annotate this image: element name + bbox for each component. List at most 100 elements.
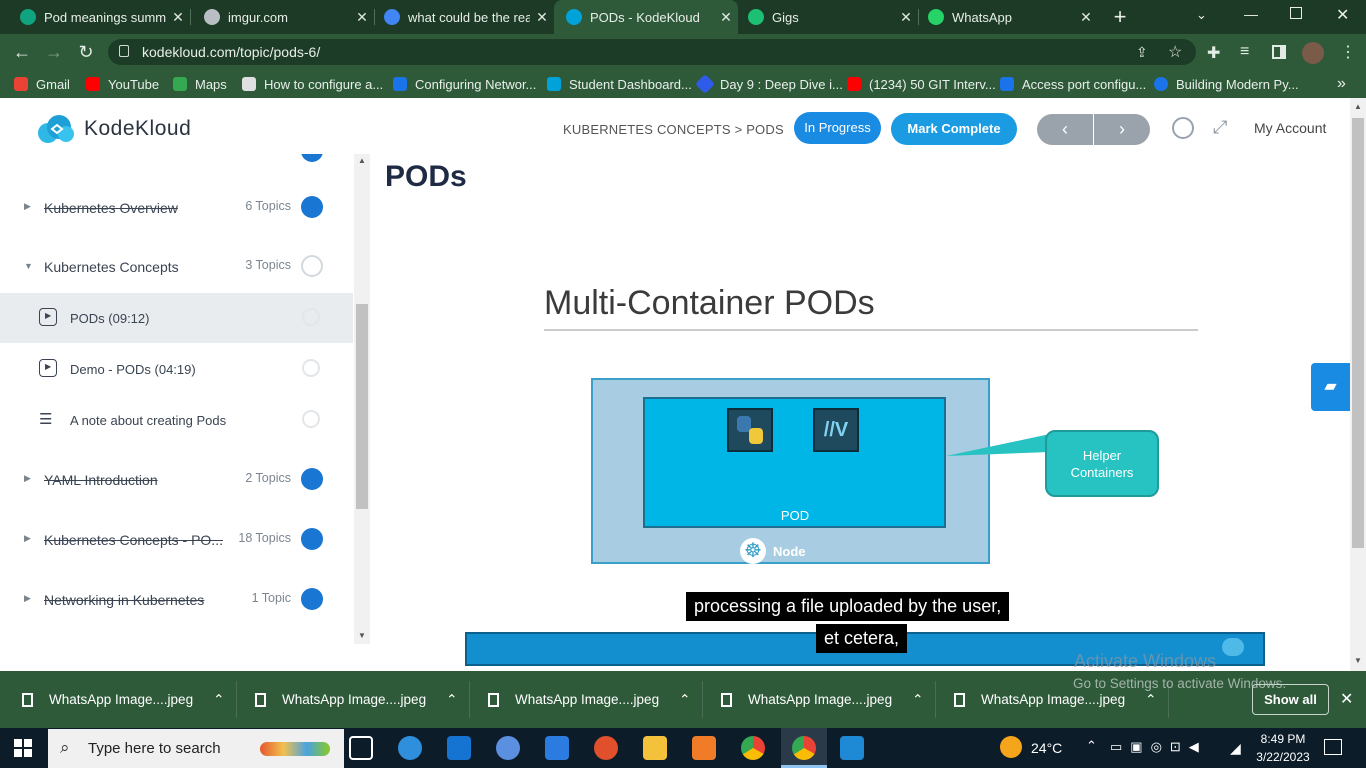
back-icon[interactable]: ← — [10, 40, 34, 64]
notifications-icon[interactable] — [1324, 739, 1342, 755]
bookmark-git-interview[interactable]: (1234) 50 GIT Interv... — [847, 76, 996, 92]
close-downloads-icon[interactable]: ✕ — [1340, 689, 1353, 709]
chrome-active-icon[interactable] — [792, 736, 816, 760]
new-tab-button[interactable]: + — [1108, 4, 1132, 30]
profile-avatar[interactable] — [1302, 42, 1324, 64]
chevron-up-icon[interactable]: ⌃ — [446, 692, 457, 708]
scroll-down-icon[interactable]: ▼ — [358, 631, 366, 640]
restore-icon[interactable] — [1290, 7, 1302, 19]
bookmark-configuring-network[interactable]: Configuring Networ... — [393, 76, 536, 92]
reload-icon[interactable]: ↻ — [74, 40, 98, 64]
next-lesson-button[interactable]: › — [1094, 114, 1150, 145]
lesson-kubernetes-overview[interactable]: ▶ Kubernetes Overview 6 Topics — [0, 182, 353, 232]
topic-pods-current[interactable]: ▶ PODs (09:12) — [0, 293, 353, 343]
bookmark-access-port[interactable]: Access port configu... — [1000, 76, 1146, 92]
scroll-down-icon[interactable]: ▼ — [1354, 656, 1362, 665]
dark-mode-icon[interactable] — [1172, 117, 1194, 139]
search-placeholder[interactable]: Type here to search — [88, 740, 221, 757]
topic-note-creating-pods[interactable]: ☰ A note about creating Pods — [0, 395, 353, 445]
bookmark-star-icon[interactable]: ☆ — [1168, 42, 1182, 62]
lesson-kubernetes-concepts-pods[interactable]: ▶ Kubernetes Concepts - PO... 18 Topics — [0, 514, 353, 564]
bookmark-building-modern[interactable]: Building Modern Py... — [1154, 76, 1299, 92]
download-item[interactable]: WhatsApp Image....jpeg ⌃ — [721, 671, 923, 728]
scroll-up-icon[interactable]: ▲ — [358, 156, 366, 165]
edge-icon[interactable] — [398, 736, 422, 760]
forward-icon[interactable]: → — [42, 40, 66, 64]
kodekloud-logo-text[interactable]: KodeKloud — [84, 117, 191, 141]
wifi-icon[interactable]: ◢ — [1230, 740, 1241, 757]
chat-support-button[interactable]: ▰ — [1311, 363, 1350, 411]
bookmark-day9[interactable]: Day 9 : Deep Dive i... — [695, 74, 843, 94]
file-explorer-icon[interactable] — [643, 736, 667, 760]
breadcrumb[interactable]: KUBERNETES CONCEPTS > PODS — [563, 122, 784, 137]
tab-whatsapp[interactable]: WhatsApp ✕ — [908, 0, 1098, 34]
chevron-up-icon[interactable]: ⌃ — [1086, 738, 1097, 754]
sidebar-scroll-thumb[interactable] — [356, 304, 368, 509]
topic-demo-pods[interactable]: ▶ Demo - PODs (04:19) — [0, 344, 353, 394]
fullscreen-icon[interactable]: ⤢ — [1213, 117, 1227, 138]
scroll-up-icon[interactable]: ▲ — [1354, 102, 1362, 111]
download-item[interactable]: WhatsApp Image....jpeg ⌃ — [22, 671, 224, 728]
bookmark-maps[interactable]: Maps — [173, 76, 227, 92]
clock-time[interactable]: 8:49 PM — [1250, 732, 1316, 746]
chrome-menu-icon[interactable]: ⋮ — [1340, 42, 1356, 62]
clock-date[interactable]: 3/22/2023 — [1250, 750, 1316, 764]
close-tab-icon[interactable]: ✕ — [530, 9, 554, 26]
windows-start-icon[interactable] — [14, 739, 32, 757]
tab-kodekloud-active[interactable]: PODs - KodeKloud ✕ — [554, 0, 738, 34]
lesson-kubernetes-concepts[interactable]: ▼ Kubernetes Concepts 3 Topics — [0, 241, 353, 291]
tab-imgur[interactable]: imgur.com ✕ — [184, 0, 374, 34]
expand-caret-icon[interactable]: ▶ — [24, 593, 31, 604]
mail-icon[interactable] — [545, 736, 569, 760]
bookmark-student-dashboard[interactable]: Student Dashboard... — [547, 76, 692, 92]
more-bookmarks-icon[interactable]: » — [1337, 75, 1346, 92]
page-scroll-thumb[interactable] — [1352, 118, 1364, 548]
tab-pod-meanings[interactable]: Pod meanings summa ✕ — [0, 0, 190, 34]
share-icon[interactable]: ⇪ — [1136, 44, 1148, 61]
bookmark-configure[interactable]: How to configure a... — [242, 76, 383, 92]
previous-lesson-button[interactable]: ‹ — [1037, 114, 1093, 145]
chrome-icon[interactable] — [741, 736, 765, 760]
weather-temperature[interactable]: 24°C — [1031, 740, 1062, 756]
chevron-up-icon[interactable]: ⌃ — [1145, 692, 1156, 708]
lesson-yaml-introduction[interactable]: ▶ YAML Introduction 2 Topics — [0, 454, 353, 504]
expand-caret-icon[interactable]: ▶ — [24, 201, 31, 212]
bookmark-youtube[interactable]: YouTube — [86, 76, 159, 92]
lock-icon[interactable] — [119, 45, 129, 57]
close-tab-icon[interactable]: ✕ — [1074, 9, 1098, 26]
vscode-icon[interactable] — [840, 736, 864, 760]
lesson-networking-in-kubernetes[interactable]: ▶ Networking in Kubernetes 1 Topic — [0, 574, 353, 624]
tab-gigs[interactable]: Gigs ✕ — [728, 0, 918, 34]
task-view-icon[interactable] — [349, 736, 373, 760]
app-icon[interactable] — [594, 736, 618, 760]
tab-search-icon[interactable]: ⌄ — [1196, 7, 1207, 23]
mark-complete-button[interactable]: Mark Complete — [891, 113, 1017, 145]
app-icon[interactable] — [496, 736, 520, 760]
side-panel-icon[interactable] — [1272, 45, 1286, 59]
store-icon[interactable] — [447, 736, 471, 760]
tab-google-search[interactable]: what could be the rea ✕ — [364, 0, 554, 34]
expand-caret-icon[interactable]: ▶ — [24, 473, 31, 484]
in-progress-badge[interactable]: In Progress — [794, 112, 881, 144]
my-account-link[interactable]: My Account — [1254, 120, 1326, 136]
download-item[interactable]: WhatsApp Image....jpeg ⌃ — [488, 671, 690, 728]
system-tray-icons[interactable]: ▭▣◎⊡◀ — [1110, 739, 1207, 755]
show-all-button[interactable]: Show all — [1252, 684, 1329, 715]
url-text[interactable]: kodekloud.com/topic/pods-6/ — [142, 44, 320, 60]
extensions-icon[interactable]: ✚ — [1207, 43, 1220, 63]
close-window-icon[interactable]: ✕ — [1336, 5, 1349, 25]
sidebar-scrollbar[interactable]: ▲ ▼ — [354, 154, 370, 644]
page-scrollbar[interactable]: ▲ ▼ — [1350, 98, 1366, 671]
app-icon[interactable] — [692, 736, 716, 760]
weather-icon[interactable] — [1000, 736, 1022, 758]
expand-caret-icon[interactable]: ▶ — [24, 533, 31, 544]
collapse-caret-icon[interactable]: ▼ — [24, 261, 33, 271]
chevron-up-icon[interactable]: ⌃ — [912, 692, 923, 708]
download-item[interactable]: WhatsApp Image....jpeg ⌃ — [255, 671, 457, 728]
minimize-icon[interactable]: — — [1244, 6, 1258, 22]
bookmark-gmail[interactable]: Gmail — [14, 76, 70, 92]
kodekloud-logo-icon[interactable] — [35, 114, 75, 144]
media-control-icon[interactable]: ≡ — [1240, 43, 1249, 61]
chevron-up-icon[interactable]: ⌃ — [679, 692, 690, 708]
chevron-up-icon[interactable]: ⌃ — [213, 692, 224, 708]
